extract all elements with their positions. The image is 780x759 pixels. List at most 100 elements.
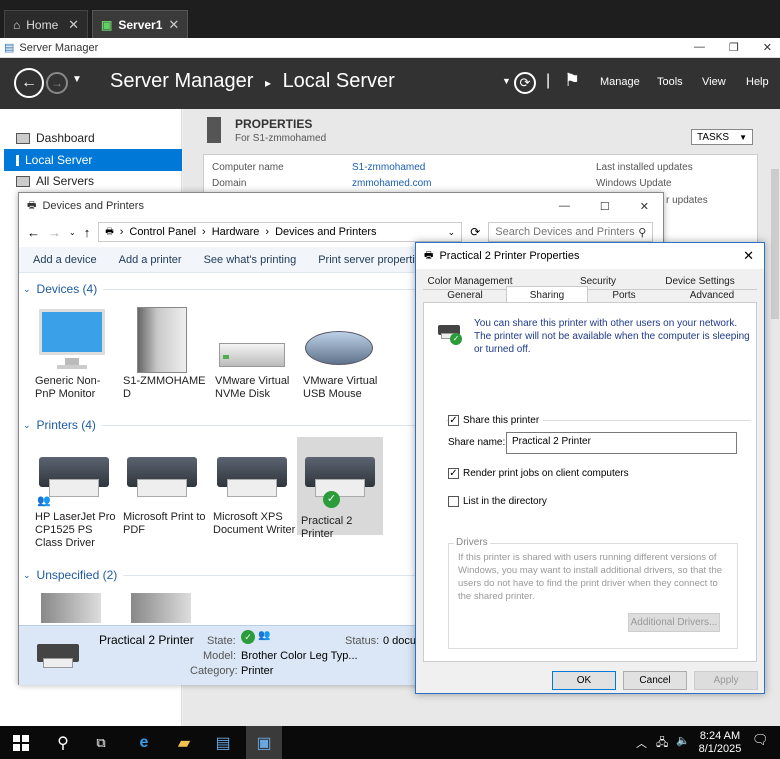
notifications-flag-icon[interactable]: ⚑ — [564, 70, 580, 91]
task-view-icon[interactable]: ⧉ — [90, 732, 112, 754]
share-checkbox[interactable]: ✓ — [448, 415, 459, 426]
model-label: Model: — [203, 650, 237, 662]
tab-home[interactable]: ⌂ Home ✕ — [4, 10, 88, 38]
print-server-properties-button[interactable]: Print server properties — [318, 254, 426, 266]
refresh-icon[interactable]: ⟳ — [514, 72, 536, 94]
file-explorer-icon[interactable]: ▰ — [173, 732, 195, 754]
tab-color-management[interactable]: Color Management — [424, 275, 516, 289]
recent-dropdown-icon[interactable]: ⌄ — [69, 228, 76, 237]
date: 8/1/2025 — [698, 743, 742, 755]
sharing-info-text: You can share this printer with other us… — [474, 318, 750, 355]
tab-advanced[interactable]: Advanced — [680, 289, 744, 303]
forward-icon[interactable]: → — [48, 225, 61, 240]
tasks-button[interactable]: TASKS ▼ — [691, 129, 753, 145]
additional-drivers-button[interactable]: Additional Drivers... — [628, 613, 720, 632]
computer-name-link[interactable]: S1-zmmohamed — [352, 162, 425, 173]
scrollbar[interactable] — [771, 169, 779, 319]
group-printers-header[interactable]: ⌄ Printers (4) — [23, 418, 415, 432]
chevron-down-icon: ⌄ — [23, 283, 31, 294]
chevron-up-icon[interactable]: ︿ — [636, 735, 647, 751]
menu-manage[interactable]: Manage — [600, 76, 640, 88]
internet-explorer-icon[interactable]: e — [133, 732, 155, 754]
tab-ports[interactable]: Ports — [598, 289, 650, 303]
selection-marker — [16, 154, 19, 166]
history-dropdown-icon[interactable]: ▼ — [72, 74, 82, 85]
menu-tools[interactable]: Tools — [657, 76, 683, 88]
address-field[interactable]: 🖶 › Control Panel › Hardware › Devices a… — [98, 222, 463, 242]
group-unspecified-header[interactable]: ⌄ Unspecified (2) — [23, 568, 415, 582]
apply-button[interactable]: Apply — [694, 671, 758, 690]
state-label: State: — [207, 635, 236, 647]
search-input[interactable]: Search Devices and Printers ⚲ — [488, 222, 654, 242]
tab-sharing[interactable]: Sharing — [506, 286, 588, 303]
nav-local-server[interactable]: Local Server — [4, 149, 182, 171]
default-printer-check-icon: ✓ — [323, 491, 340, 508]
close-icon[interactable]: ✕ — [743, 248, 764, 264]
chevron-down-icon[interactable]: ⌄ — [448, 227, 456, 238]
cancel-button[interactable]: Cancel — [623, 671, 687, 690]
add-device-button[interactable]: Add a device — [33, 254, 97, 266]
group-devices-label: Devices (4) — [36, 282, 98, 296]
nav-all-servers[interactable]: All Servers — [4, 170, 182, 192]
tab-server-label: Server1 — [118, 17, 163, 32]
close-icon[interactable]: ✕ — [168, 17, 179, 33]
devices-printers-titlebar: 🖶 Devices and Printers — ☐ ✕ — [19, 193, 663, 219]
printer-item-practical-2[interactable]: ✓ Practical 2 Printer — [301, 445, 387, 541]
printer-item-ms-xps[interactable]: Microsoft XPS Document Writer — [213, 445, 299, 537]
maximize-icon[interactable]: ☐ — [600, 200, 610, 213]
unspecified-device-icon[interactable] — [131, 593, 191, 623]
close-icon[interactable]: ✕ — [763, 41, 772, 54]
server-manager-titlebar: ▤ Server Manager — ❐ ✕ — [0, 38, 780, 58]
server-manager-taskbar-icon[interactable]: ▤ — [212, 732, 234, 754]
see-whats-printing-button[interactable]: See what's printing — [204, 254, 297, 266]
unspecified-device-icon[interactable] — [41, 593, 101, 623]
close-icon[interactable]: ✕ — [68, 17, 79, 33]
back-icon[interactable]: ← — [14, 68, 44, 98]
refresh-icon[interactable]: ⟳ — [470, 225, 480, 239]
notification-center-icon[interactable]: 🗨 — [752, 732, 769, 748]
back-icon[interactable]: ← — [27, 225, 40, 240]
clock[interactable]: 8:24 AM 8/1/2025 — [698, 730, 742, 756]
device-label: S1-ZMMOHAMED — [123, 375, 206, 400]
ok-button[interactable]: OK — [552, 671, 616, 690]
windows-start-icon[interactable] — [10, 732, 32, 754]
minimize-icon[interactable]: — — [559, 200, 570, 213]
nav-dashboard[interactable]: Dashboard — [4, 127, 182, 149]
volume-icon[interactable]: 🔈 — [676, 734, 690, 747]
domain-link[interactable]: zmmohamed.com — [352, 178, 431, 189]
address-current[interactable]: Devices and Printers — [275, 226, 377, 238]
restore-icon[interactable]: ❐ — [729, 41, 739, 54]
group-devices-header[interactable]: ⌄ Devices (4) — [23, 282, 415, 296]
forward-icon[interactable]: → — [46, 72, 68, 94]
tab-server1[interactable]: ▣ Server1 ✕ — [92, 10, 188, 38]
tab-bar: ⌂ Home ✕ ▣ Server1 ✕ — [0, 0, 780, 38]
search-icon[interactable]: ⚲ — [52, 732, 74, 754]
address-hardware[interactable]: Hardware — [212, 226, 260, 238]
device-item-computer[interactable]: S1-ZMMOHAMED — [123, 305, 207, 401]
up-icon[interactable]: ↑ — [84, 225, 91, 240]
network-icon[interactable]: 🖧 — [656, 734, 668, 753]
tab-device-settings[interactable]: Device Settings — [662, 275, 738, 289]
printer-item-ms-pdf[interactable]: Microsoft Print to PDF — [123, 445, 209, 537]
close-icon[interactable]: ✕ — [640, 200, 649, 213]
device-item-monitor[interactable]: Generic Non-PnP Monitor — [33, 305, 119, 401]
device-item-disk[interactable]: VMware Virtual NVMe Disk — [215, 305, 301, 401]
control-panel-taskbar-icon[interactable]: ▣ — [246, 726, 282, 759]
tab-general[interactable]: General — [434, 289, 496, 303]
share-checkbox-row[interactable]: ✓ Share this printer — [448, 415, 544, 426]
share-name-input[interactable]: Practical 2 Printer — [506, 432, 737, 454]
servers-icon — [16, 175, 30, 187]
menu-view[interactable]: View — [702, 76, 726, 88]
add-printer-button[interactable]: Add a printer — [119, 254, 182, 266]
address-control-panel[interactable]: Control Panel — [129, 226, 196, 238]
dropdown-icon[interactable]: ▼ — [502, 76, 511, 86]
device-item-mouse[interactable]: VMware Virtual USB Mouse — [303, 305, 389, 401]
detail-printer-name: Practical 2 Printer — [99, 633, 194, 647]
printer-item-hp[interactable]: 👥 HP LaserJet Pro CP1525 PS Class Driver — [35, 445, 121, 550]
list-directory-checkbox[interactable] — [448, 496, 459, 507]
render-checkbox-row[interactable]: ✓ Render print jobs on client computers — [448, 468, 629, 479]
render-checkbox[interactable]: ✓ — [448, 468, 459, 479]
list-directory-checkbox-row[interactable]: List in the directory — [448, 496, 547, 507]
menu-help[interactable]: Help — [746, 76, 769, 88]
minimize-icon[interactable]: — — [694, 41, 705, 54]
